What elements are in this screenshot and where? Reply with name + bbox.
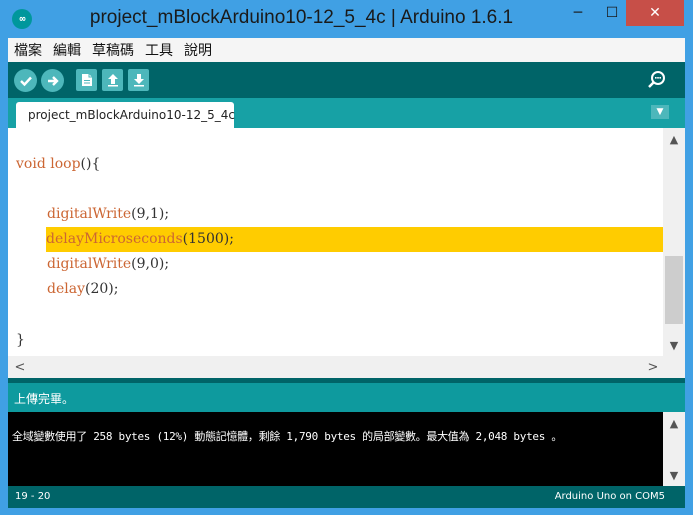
save-button[interactable] [128,69,149,91]
arrow-right-icon [47,75,59,86]
serial-monitor-button[interactable] [646,69,668,91]
new-file-icon [81,74,92,86]
close-button[interactable]: ✕ [626,0,684,26]
menu-bar: 檔案 編輯 草稿碼 工具 說明 [8,38,685,62]
code-keyword: void [16,156,46,172]
footer-bar: 19 - 20 Arduino Uno on COM5 [8,486,685,508]
code-function: digitalWrite [47,256,132,272]
menu-help[interactable]: 說明 [184,40,212,60]
scroll-up-icon[interactable]: ▲ [666,415,682,431]
panel-divider[interactable] [8,378,685,383]
maximize-button[interactable]: ☐ [596,0,628,26]
arrow-up-icon [107,74,118,87]
code-line: digitalWrite(9,0); [47,252,685,277]
code-rest: (9,0); [131,256,170,272]
code-editor[interactable]: void loop(){ digitalWrite(9,1); delayMic… [8,128,685,356]
line-number: 19 - 20 [15,491,51,502]
code-rest: (){ [80,156,101,172]
tab-sketch[interactable]: project_mBlockArduino10-12_5_4c [16,102,235,128]
open-button[interactable] [102,69,123,91]
code-line: digitalWrite(9,1); [47,202,685,227]
status-message: 上傳完畢。 [14,392,75,406]
toolbar [8,62,685,98]
title-bar: ∞ project_mBlockArduino10-12_5_4c | Ardu… [0,0,693,38]
code-rest: } [16,332,25,348]
status-bar: 上傳完畢。 [8,378,685,412]
code-rest: (9,1); [131,206,170,222]
tab-menu-button[interactable]: ▼ [651,105,669,119]
code-function: delayMicroseconds [46,231,183,247]
editor-vertical-scrollbar[interactable]: ▲ ▼ [663,128,685,356]
verify-button[interactable] [14,69,37,92]
check-icon [19,76,32,86]
console-output[interactable]: 全域變數使用了 258 bytes (12%) 動態記憶體，剩餘 1,790 b… [8,412,685,486]
minimize-button[interactable]: ─ [562,0,594,26]
board-port-label: Arduino Uno on COM5 [554,491,665,502]
arrow-down-icon [133,74,144,87]
code-line: void loop(){ [16,152,663,177]
tab-strip: project_mBlockArduino10-12_5_4c ▼ [8,98,685,128]
code-function: loop [50,156,81,172]
upload-button[interactable] [41,69,64,92]
code-line-highlighted: delayMicroseconds(1500); [46,227,663,252]
code-line: delay(20); [47,277,685,302]
menu-sketch[interactable]: 草稿碼 [92,40,134,60]
scroll-up-icon[interactable]: ▲ [666,131,682,147]
scroll-down-icon[interactable]: ▼ [666,467,682,483]
code-line: } [16,328,663,353]
menu-tools[interactable]: 工具 [145,40,173,60]
console-vertical-scrollbar[interactable]: ▲ ▼ [663,412,685,486]
code-function: digitalWrite [47,206,132,222]
menu-edit[interactable]: 編輯 [53,40,81,60]
arduino-ide-window: ∞ project_mBlockArduino10-12_5_4c | Ardu… [0,0,693,515]
editor-scroll-thumb[interactable] [665,256,683,324]
code-rest: (20); [84,281,119,297]
scroll-right-icon[interactable]: > [645,359,661,375]
console-text: 全域變數使用了 258 bytes (12%) 動態記憶體，剩餘 1,790 b… [12,430,563,443]
scroll-down-icon[interactable]: ▼ [666,337,682,353]
new-button[interactable] [76,69,97,91]
scroll-left-icon[interactable]: < [12,359,28,375]
menu-file[interactable]: 檔案 [14,40,42,60]
magnifier-icon [648,71,665,88]
code-rest: (1500); [182,231,234,247]
chevron-down-icon: ▼ [656,107,664,117]
editor-horizontal-scrollbar[interactable]: < > [8,356,685,378]
code-function: delay [47,281,85,297]
